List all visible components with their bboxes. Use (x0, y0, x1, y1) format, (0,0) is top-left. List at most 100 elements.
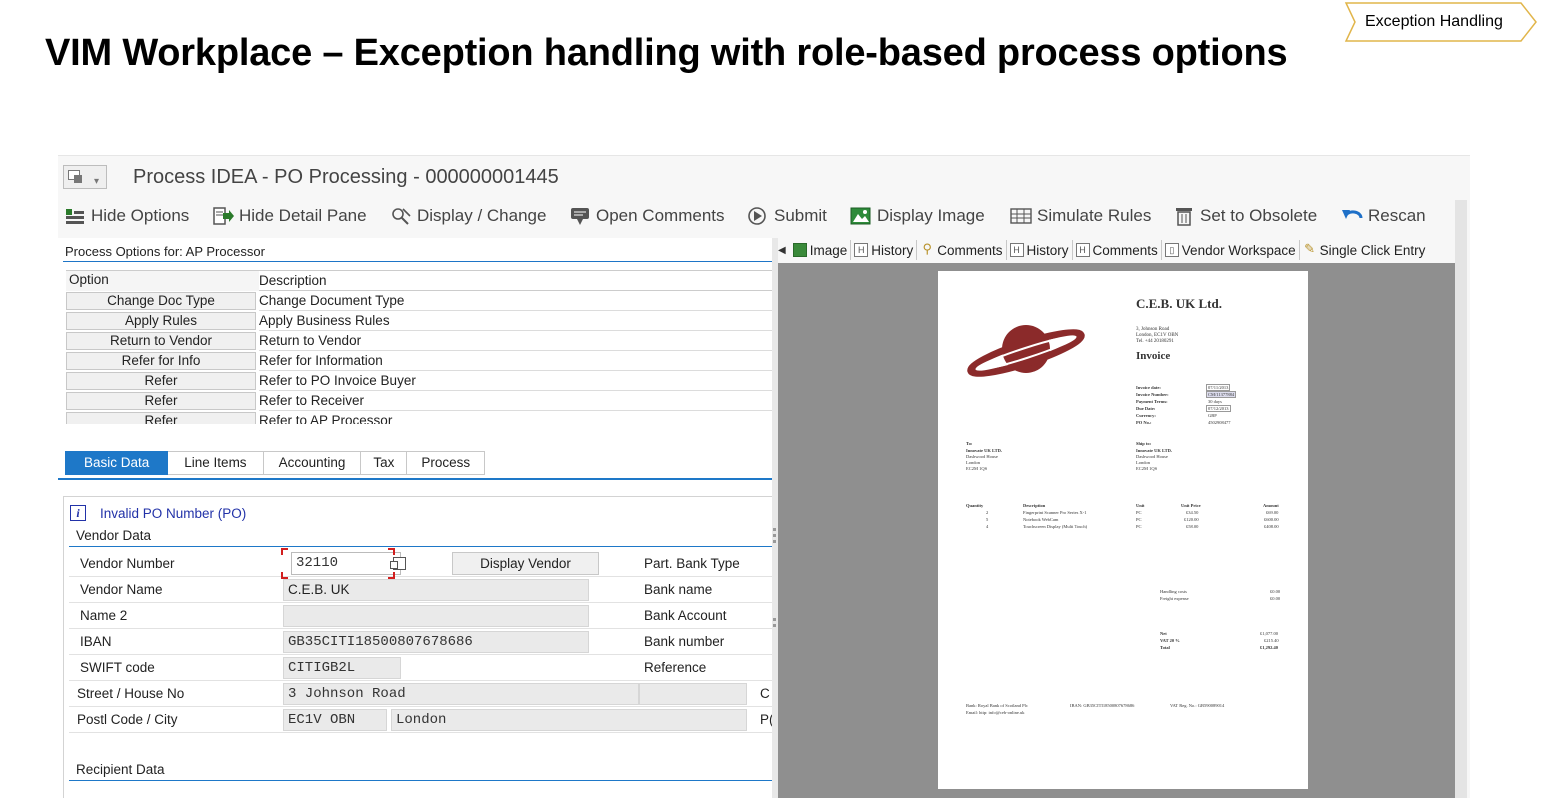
table-row[interactable]: Return to Vendor Return to Vendor (66, 331, 772, 351)
house-number-field (639, 683, 747, 705)
invoice-image-viewer[interactable]: C.E.B. UK Ltd. 3, Johnson Road London, E… (778, 263, 1465, 798)
invoice-doc-type: Invoice (1136, 350, 1171, 362)
application-toolbar: Hide Options Hide Detail Pane Display / … (58, 200, 1470, 232)
tab-history-2-label: History (1026, 242, 1069, 258)
invoice-item-amount: £69.00 (1266, 510, 1279, 515)
tab-image[interactable]: Image (790, 240, 852, 260)
table-row[interactable]: Refer Refer to Receiver (66, 391, 772, 411)
process-options-heading: Process Options for: AP Processor (65, 244, 265, 259)
option-button[interactable]: Refer (66, 372, 256, 390)
vendor-number-input[interactable]: 32110 (291, 552, 401, 575)
option-button[interactable]: Return to Vendor (66, 332, 256, 350)
option-button[interactable]: Refer for Info (66, 352, 256, 370)
invoice-meta-label: Payment Terms: (1136, 399, 1168, 404)
tab-basic-data[interactable]: Basic Data (65, 451, 169, 475)
html-icon: H (854, 243, 869, 257)
pencil-icon: ✎ (1304, 241, 1316, 256)
invoice-meta-value: CM/11377884 (1206, 391, 1237, 398)
invoice-footer-vat: VAT Reg. No.: GB590089014 (1170, 703, 1225, 708)
window-menu-icon[interactable]: ▾ (63, 165, 107, 189)
postal-code-field: EC1V OBN (283, 709, 387, 731)
invoice-footer-email: Email: http: info@ceb-online.uk (966, 710, 1025, 715)
invoice-item-header: Amount (1263, 503, 1279, 508)
vendor-name-field: C.E.B. UK (283, 579, 589, 601)
tab-history-label: History (871, 242, 914, 258)
vertical-scrollbar[interactable] (1455, 200, 1467, 798)
tab-vendor-workspace[interactable]: ▯ Vendor Workspace (1162, 240, 1300, 260)
invoice-item-header: Unit Price (1181, 503, 1201, 508)
invoice-to-line: Innovate UK LTD. (966, 448, 1002, 453)
display-vendor-button[interactable]: Display Vendor (452, 552, 599, 575)
tab-tax[interactable]: Tax (361, 451, 408, 475)
name2-row: Name 2 Bank Account (69, 603, 773, 629)
postal-label: Postl Code / City (77, 712, 178, 727)
table-row[interactable]: Refer for Info Refer for Information (66, 351, 772, 371)
table-row[interactable]: Refer Refer to PO Invoice Buyer (66, 371, 772, 391)
invoice-footer-iban: IBAN: GB35CITI18500807678686 (1070, 703, 1135, 708)
invoice-ship-label: Ship to: (1136, 441, 1152, 446)
process-options-table: Option Description Change Doc Type Chang… (66, 270, 772, 424)
image-icon (850, 206, 872, 226)
tab-history-2[interactable]: H History (1007, 240, 1073, 260)
table-row[interactable]: Apply Rules Apply Business Rules (66, 311, 772, 331)
display-change-button[interactable]: Display / Change (390, 203, 546, 229)
option-button[interactable]: Change Doc Type (66, 292, 256, 310)
simulate-rules-icon (1010, 206, 1032, 226)
tab-history[interactable]: H History (851, 240, 918, 260)
tab-image-label: Image (809, 242, 848, 258)
value-help-icon[interactable] (390, 557, 406, 570)
invoice-address-1: 3, Johnson Road (1136, 327, 1170, 332)
invoice-ship-line: London (1136, 460, 1150, 465)
set-obsolete-button[interactable]: Set to Obsolete (1173, 203, 1317, 229)
option-description: Apply Business Rules (259, 311, 772, 331)
option-description: Return to Vendor (259, 331, 772, 351)
invoice-to-label: To: (966, 441, 973, 446)
invoice-item-unit: PC (1136, 517, 1142, 522)
table-row[interactable]: Refer Refer to AP Processor (66, 411, 772, 424)
tab-comments-2[interactable]: H Comments (1073, 240, 1162, 260)
invoice-item-qty: 4 (986, 524, 989, 529)
part-bank-type-label: Part. Bank Type (644, 556, 740, 571)
option-button[interactable]: Apply Rules (66, 312, 256, 330)
submit-button[interactable]: Submit (747, 203, 827, 229)
option-button[interactable]: Refer (66, 392, 256, 410)
basic-data-panel: i Invalid PO Number (PO) Vendor Data Ven… (63, 496, 774, 798)
vendor-name-row: Vendor Name C.E.B. UK Bank name (69, 577, 773, 603)
open-comments-button[interactable]: Open Comments (569, 203, 725, 229)
tab-single-click-entry-label: Single Click Entry (1319, 242, 1426, 258)
postal-row: Postl Code / City EC1V OBN London P( (69, 707, 774, 733)
tab-scroll-left-icon[interactable]: ◀ (778, 245, 786, 256)
option-button[interactable]: Refer (66, 412, 256, 424)
exception-handling-badge: Exception Handling (1343, 2, 1538, 42)
hide-detail-pane-button[interactable]: Hide Detail Pane (212, 203, 367, 229)
invoice-item-amount: £408.00 (1264, 524, 1279, 529)
tab-comments[interactable]: ⚲ Comments (917, 240, 1007, 260)
invoice-item-unit: PC (1136, 524, 1142, 529)
left-pane: Process Options for: AP Processor Option… (58, 238, 774, 798)
trash-icon (1173, 206, 1195, 226)
simulate-rules-button[interactable]: Simulate Rules (1010, 203, 1151, 229)
option-description: Refer for Information (259, 351, 772, 371)
invoice-meta-value: 07/11/2013 (1206, 384, 1231, 391)
tab-accounting[interactable]: Accounting (263, 451, 362, 475)
name2-label: Name 2 (80, 608, 128, 623)
invoice-item-price: £34.50 (1186, 510, 1199, 515)
table-row[interactable]: Change Doc Type Change Document Type (66, 291, 772, 311)
tab-single-click-entry[interactable]: ✎ Single Click Entry (1300, 240, 1429, 260)
submit-icon (747, 206, 769, 226)
tab-process[interactable]: Process (407, 451, 486, 475)
invoice-to-line: London (966, 460, 980, 465)
hide-options-button[interactable]: Hide Options (64, 203, 189, 229)
info-icon: i (70, 505, 86, 521)
display-image-button[interactable]: Display Image (850, 203, 985, 229)
invoice-page: C.E.B. UK Ltd. 3, Johnson Road London, E… (938, 271, 1308, 789)
tab-line-items[interactable]: Line Items (168, 451, 264, 475)
tab-comments-2-label: Comments (1092, 242, 1158, 258)
rescan-button[interactable]: Rescan (1341, 203, 1426, 229)
slide-title: VIM Workplace – Exception handling with … (45, 32, 1288, 74)
status-message: i Invalid PO Number (PO) (70, 505, 246, 521)
hide-options-label: Hide Options (91, 206, 190, 225)
invoice-extra-value: £0.00 (1270, 596, 1281, 601)
reference-label: Reference (644, 660, 707, 675)
option-description: Refer to PO Invoice Buyer (259, 371, 772, 391)
